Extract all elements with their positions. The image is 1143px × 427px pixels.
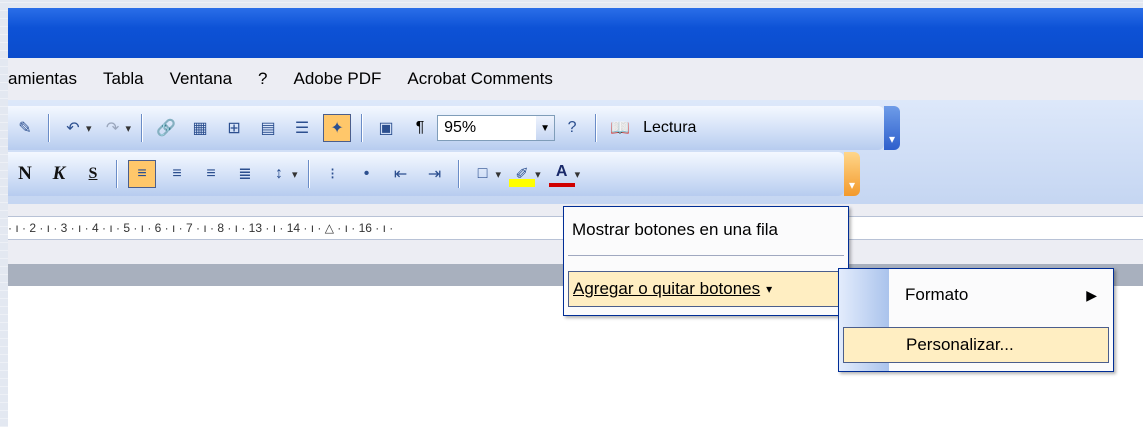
toolbar-area: ✎ ↶ ▾ ↷ ▾ 🔗 ▦ ⊞ ▤ ☰ ✦ ▣ ¶ 95% ▼ ? 📖 Lectura… (8, 100, 1143, 204)
standard-toolbar: ✎ ↶ ▾ ↷ ▾ 🔗 ▦ ⊞ ▤ ☰ ✦ ▣ ¶ 95% ▼ ? 📖 Lectura… (8, 106, 900, 150)
dropdown-arrow-icon: ▾ (766, 282, 773, 296)
font-color-dropdown-icon[interactable]: ▾ (575, 168, 581, 181)
separator (48, 114, 50, 142)
pilcrow-icon[interactable]: ¶ (407, 115, 433, 141)
toolbar-options-icon[interactable]: ▾ (884, 106, 900, 150)
align-right-icon[interactable]: ≡ (198, 161, 224, 187)
bold-button[interactable]: N (12, 161, 38, 187)
menu-item-label: Formato (905, 285, 969, 304)
drawing-icon[interactable]: ✦ (323, 114, 352, 142)
menu-divider (568, 255, 844, 256)
submenu: Formato ▶ Personalizar... (838, 268, 1114, 372)
decrease-indent-icon[interactable]: ⇤ (388, 161, 414, 187)
help-icon[interactable]: ? (559, 115, 585, 141)
increase-indent-icon[interactable]: ⇥ (422, 161, 448, 187)
window-frame: amientas Tabla Ventana ? Adobe PDF Acrob… (0, 0, 1143, 427)
separator (361, 114, 364, 142)
menu-ventana[interactable]: Ventana (170, 69, 232, 89)
tables-borders-icon[interactable]: ▦ (187, 115, 213, 141)
undo-dropdown-icon[interactable]: ▾ (86, 122, 92, 135)
title-bar (8, 8, 1143, 58)
font-color-icon[interactable]: A (548, 161, 575, 187)
separator (457, 160, 460, 188)
border-dropdown-icon[interactable]: ▾ (496, 168, 502, 181)
format-painter-icon[interactable]: ✎ (12, 115, 38, 141)
numbering-icon[interactable]: ⁝ (320, 161, 346, 187)
menu-adobe-pdf[interactable]: Adobe PDF (294, 69, 382, 89)
menu-help[interactable]: ? (258, 69, 267, 89)
add-remove-buttons-item[interactable]: Agregar o quitar botones ▾ (568, 271, 844, 307)
redo-icon[interactable]: ↷ (100, 115, 126, 141)
hyperlink-icon[interactable]: 🔗 (153, 115, 179, 141)
bullets-icon[interactable]: • (354, 161, 380, 187)
highlight-icon[interactable]: ✐ (509, 161, 536, 187)
book-icon[interactable]: 📖 (607, 115, 633, 141)
justify-icon[interactable]: ≣ (232, 161, 258, 187)
menu-tabla[interactable]: Tabla (103, 69, 144, 89)
menu-bar: amientas Tabla Ventana ? Adobe PDF Acrob… (8, 58, 1143, 100)
formatting-toolbar: N K S ≡ ≡ ≡ ≣ ↕ ▾ ⁝ • ⇤ ⇥ □ ▾ ✐ ▾ A ▾ ▾ (8, 152, 860, 196)
undo-icon[interactable]: ↶ (60, 115, 86, 141)
chevron-down-icon[interactable]: ▼ (536, 116, 555, 140)
align-center-icon[interactable]: ≡ (164, 161, 190, 187)
zoom-value: 95% (444, 119, 477, 136)
separator (307, 160, 310, 188)
toolbar-options-menu: Mostrar botones en una fila Agregar o qu… (563, 206, 849, 316)
zoom-select[interactable]: 95% ▼ (437, 115, 556, 141)
line-spacing-icon[interactable]: ↕ (266, 161, 292, 187)
separator (116, 160, 118, 188)
formato-item[interactable]: Formato ▶ (843, 277, 1109, 313)
submenu-arrow-icon: ▶ (1086, 286, 1097, 303)
separator (595, 114, 598, 142)
toolbar-options-icon-active[interactable]: ▾ (844, 152, 860, 196)
menu-item-label: Personalizar... (906, 335, 1014, 354)
columns-icon[interactable]: ☰ (289, 115, 315, 141)
insert-excel-icon[interactable]: ▤ (255, 115, 281, 141)
separator (141, 114, 144, 142)
document-map-icon[interactable]: ▣ (373, 115, 399, 141)
menu-item-label: Agregar o quitar botones (573, 279, 761, 298)
line-spacing-dropdown-icon[interactable]: ▾ (292, 168, 298, 181)
highlight-dropdown-icon[interactable]: ▾ (535, 168, 541, 181)
underline-button[interactable]: S (80, 161, 106, 187)
personalizar-item[interactable]: Personalizar... (843, 327, 1109, 363)
reading-layout-button[interactable]: Lectura (643, 119, 696, 137)
menu-herramientas[interactable]: amientas (8, 69, 77, 89)
redo-dropdown-icon[interactable]: ▾ (126, 122, 132, 135)
menu-item-label: Mostrar botones en una fila (572, 220, 779, 239)
italic-button[interactable]: K (46, 161, 72, 187)
align-left-icon[interactable]: ≡ (128, 160, 156, 188)
menu-acrobat-comments[interactable]: Acrobat Comments (407, 69, 553, 89)
show-buttons-one-row-item[interactable]: Mostrar botones en una fila (568, 213, 844, 247)
insert-table-icon[interactable]: ⊞ (221, 115, 247, 141)
border-icon[interactable]: □ (470, 161, 496, 187)
